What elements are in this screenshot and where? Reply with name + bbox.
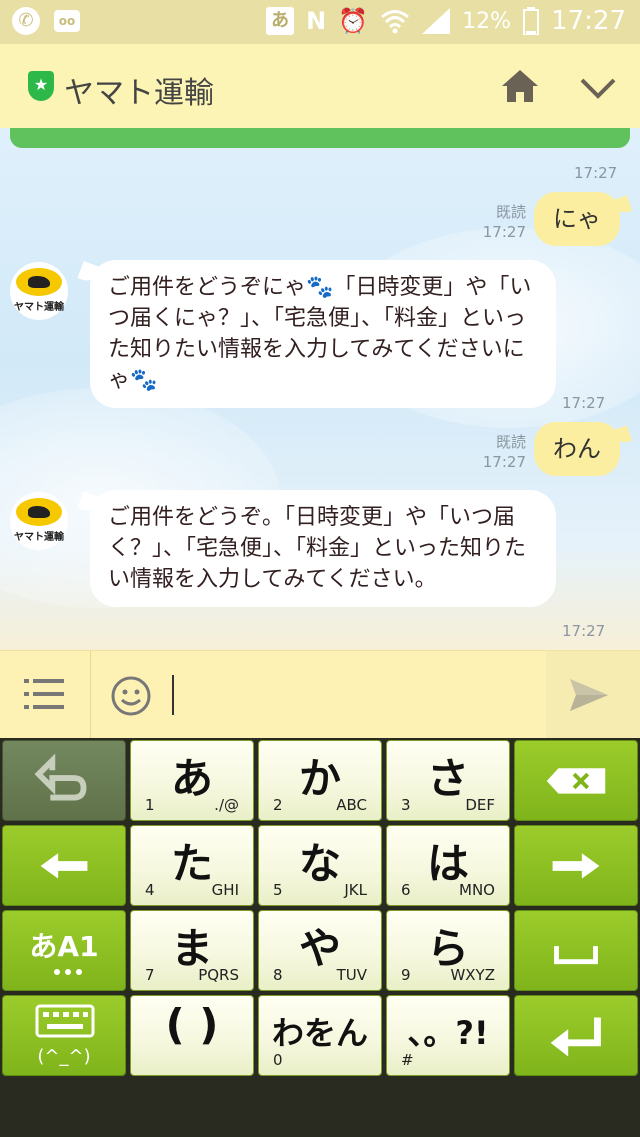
bot-message-bubble[interactable]: ご用件をどうぞ。「日時変更」や「いつ届く？」、「宅急便」、「料金」といった知りた… — [90, 490, 556, 607]
ime-icon: あ — [266, 7, 295, 35]
avatar-label: ヤマト運輸 — [14, 532, 64, 543]
home-icon[interactable] — [500, 66, 540, 106]
key-ra[interactable]: ら 9 WXYZ — [386, 910, 510, 991]
key-na[interactable]: な 5 JKL — [258, 825, 382, 906]
key-ma[interactable]: ま 7 PQRS — [130, 910, 254, 991]
bot-avatar[interactable]: ヤマト運輸 — [10, 492, 68, 550]
previous-message-card[interactable] — [10, 128, 630, 148]
status-bar: ✆ oo あ N ⏰ 12% 17:27 — [0, 0, 640, 44]
arrow-right-icon — [552, 853, 600, 879]
key-punctuation[interactable]: 、。?! # — [386, 995, 510, 1076]
timestamp: 17:27 — [574, 164, 618, 182]
avatar-label: ヤマト運輸 — [14, 302, 64, 313]
emoticon-label: (^_^) — [37, 1046, 91, 1067]
space-icon — [554, 946, 598, 965]
undo-icon — [34, 753, 87, 801]
chat-area[interactable]: 17:27 既読 17:27 にゃ ヤマト運輸 ご用件をどうぞにゃ🐾「日時変更」… — [0, 128, 640, 650]
message-input-bar — [0, 650, 640, 739]
read-receipt: 既読 17:27 — [482, 203, 526, 241]
key-ya[interactable]: や 8 TUV — [258, 910, 382, 991]
battery-percent: 12% — [462, 8, 512, 34]
mode-switch-icon — [54, 969, 82, 975]
yamato-cat-logo — [16, 498, 62, 526]
backspace-key[interactable] — [514, 740, 638, 821]
key-wa[interactable]: わをん 0 — [258, 995, 382, 1076]
battery-icon — [523, 7, 540, 35]
bot-message-bubble[interactable]: ご用件をどうぞにゃ🐾「日時変更」や「いつ届くにゃ？」、「宅急便」、「料金」といっ… — [90, 260, 556, 408]
chat-header: ★ ヤマト運輸 — [0, 44, 640, 128]
status-time: 17:27 — [551, 6, 626, 36]
alarm-icon: ⏰ — [338, 7, 369, 35]
read-receipt: 既読 17:27 — [482, 433, 526, 471]
bot-avatar[interactable]: ヤマト運輸 — [10, 262, 68, 320]
text-cursor — [172, 675, 174, 715]
phone-icon: ✆ — [12, 7, 40, 35]
chevron-down-icon[interactable] — [578, 68, 618, 108]
soft-keyboard: あ 1 ./@ か 2 ABC さ 3 DEF た 4 GHI な 5 JKL … — [0, 738, 640, 1137]
key-sa[interactable]: さ 3 DEF — [386, 740, 510, 821]
mode-switch-key[interactable]: あA1 — [2, 910, 126, 991]
page-title: ヤマト運輸 — [64, 76, 214, 111]
nfc-icon: N — [306, 7, 327, 35]
message-input[interactable] — [160, 663, 540, 727]
signal-icon — [422, 8, 451, 34]
timestamp: 17:27 — [562, 394, 606, 412]
my-message-bubble[interactable]: にゃ — [534, 192, 620, 246]
wifi-icon — [381, 10, 410, 34]
timestamp: 17:27 — [562, 622, 606, 640]
verified-shield-icon: ★ — [28, 71, 54, 101]
my-message-bubble[interactable]: わん — [534, 422, 620, 476]
key-brackets[interactable]: ( ) — [130, 995, 254, 1076]
key-ka[interactable]: か 2 ABC — [258, 740, 382, 821]
emoji-icon[interactable] — [110, 675, 152, 717]
cursor-right-key[interactable] — [514, 825, 638, 906]
send-button[interactable] — [546, 651, 640, 739]
voicemail-icon: oo — [54, 10, 80, 32]
enter-key[interactable] — [514, 995, 638, 1076]
enter-icon — [550, 1017, 601, 1057]
yamato-cat-logo — [16, 268, 62, 296]
key-a[interactable]: あ 1 ./@ — [130, 740, 254, 821]
keyboard-settings-icon — [35, 1004, 95, 1038]
undo-key[interactable] — [2, 740, 126, 821]
key-ha[interactable]: は 6 MNO — [386, 825, 510, 906]
key-ta[interactable]: た 4 GHI — [130, 825, 254, 906]
send-icon — [570, 679, 608, 711]
space-key[interactable] — [514, 910, 638, 991]
mode-switch-label: あA1 — [29, 930, 99, 963]
backspace-icon — [546, 768, 606, 794]
cursor-left-key[interactable] — [2, 825, 126, 906]
menu-list-icon[interactable] — [24, 677, 64, 711]
keyboard-settings-key[interactable]: (^_^) — [2, 995, 126, 1076]
arrow-left-icon — [40, 853, 88, 879]
